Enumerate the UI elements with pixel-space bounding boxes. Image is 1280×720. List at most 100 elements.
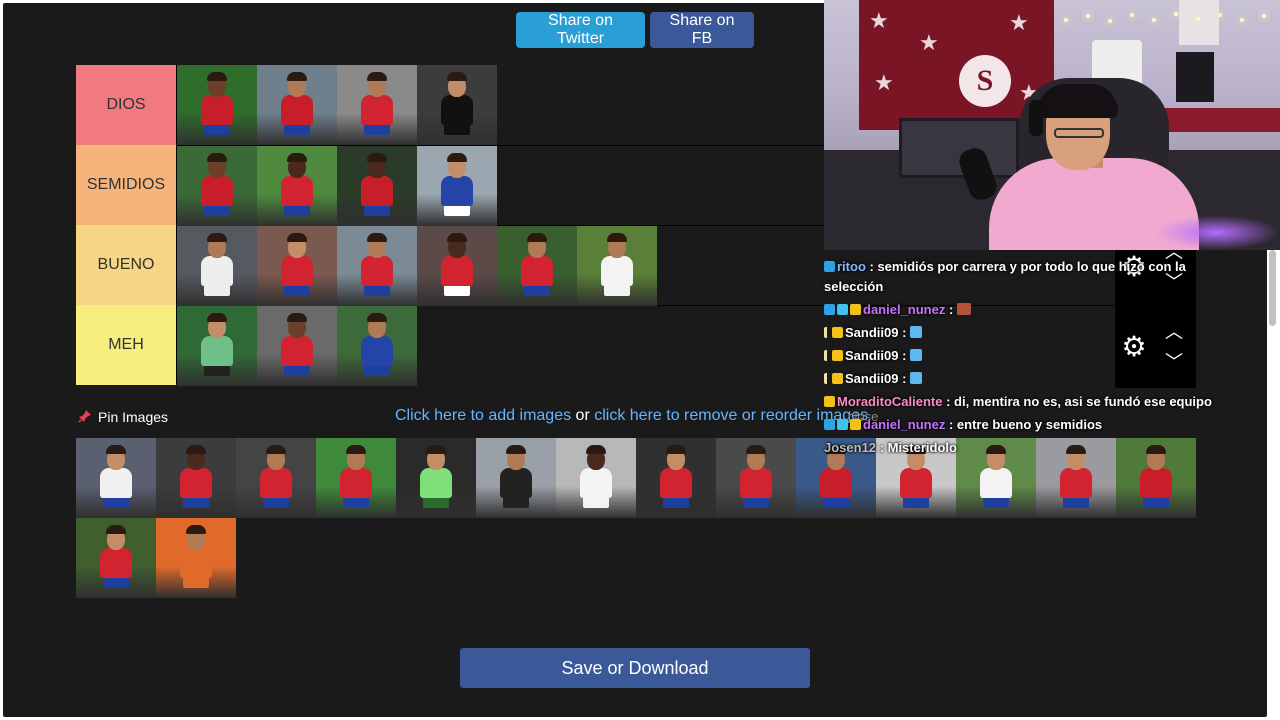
pool-player-card[interactable] (556, 438, 636, 518)
player-card[interactable] (177, 146, 257, 226)
player-card[interactable] (257, 65, 337, 145)
pool-player-card[interactable] (716, 438, 796, 518)
player-card[interactable] (417, 226, 497, 306)
chat-message: Sandii09 : (824, 325, 923, 340)
pool-player-card[interactable] (76, 438, 156, 518)
headphones (1029, 100, 1043, 136)
player-shirt (180, 548, 212, 578)
player-shirt (980, 468, 1012, 498)
chevron-up-icon[interactable]: ︿ (1163, 243, 1185, 261)
player-hair (447, 233, 467, 242)
badge-icon (850, 419, 861, 430)
monitor (899, 118, 1019, 178)
player-shirt (260, 468, 292, 498)
player-card[interactable] (177, 65, 257, 145)
chat-username[interactable]: daniel_nunez (863, 302, 945, 317)
chat-username[interactable]: ritoo (837, 259, 866, 274)
player-shirt (100, 468, 132, 498)
player-shirt (1060, 468, 1092, 498)
player-card[interactable] (417, 146, 497, 226)
player-card[interactable] (337, 146, 417, 226)
chat-message: daniel_nunez : entre bueno y semidios (824, 417, 1102, 432)
pool-player-card[interactable] (316, 438, 396, 518)
player-shirt (361, 336, 393, 366)
scrollbar-thumb[interactable] (1269, 250, 1276, 326)
chat-username[interactable]: Sandii09 (845, 348, 898, 363)
chevron-up-icon[interactable]: ︿ (1163, 323, 1185, 341)
player-card[interactable] (337, 226, 417, 306)
pool-player-card[interactable] (236, 438, 316, 518)
player-hair (367, 233, 387, 242)
player-card[interactable] (337, 65, 417, 145)
share-facebook-button[interactable]: Share on FB (650, 12, 754, 48)
chat-username[interactable]: MoraditoCaliente (837, 394, 942, 409)
add-images-link[interactable]: Click here to add images (395, 407, 571, 424)
image-links: Click here to add images or click here t… (395, 407, 868, 425)
player-shirt (281, 176, 313, 206)
pin-icon[interactable] (78, 409, 92, 423)
emote-icon (910, 326, 923, 338)
chat-separator: : (898, 348, 911, 363)
chat-username[interactable]: Sandii09 (845, 325, 898, 340)
chat-username[interactable]: Sandii09 (845, 371, 898, 386)
chat-text: Misteridolo (887, 440, 957, 455)
player-card[interactable] (257, 146, 337, 226)
player-hair (527, 233, 547, 242)
player-hair (266, 445, 286, 454)
pool-player-card[interactable] (396, 438, 476, 518)
player-shirt (1140, 468, 1172, 498)
pool-player-card[interactable] (476, 438, 556, 518)
badge-icon (824, 327, 830, 338)
player-hair (367, 313, 387, 322)
player-card[interactable] (497, 226, 577, 306)
player-card[interactable] (177, 306, 257, 386)
player-card[interactable] (337, 306, 417, 386)
chevron-down-icon[interactable]: ﹀ (1163, 353, 1185, 371)
player-shirt (601, 256, 633, 286)
chat-username[interactable]: daniel_nunez (863, 417, 945, 432)
share-twitter-button[interactable]: Share on Twitter (516, 12, 645, 48)
tier-label[interactable]: MEH (76, 305, 176, 385)
chat-username[interactable]: Josen12 (824, 440, 876, 455)
chat-message: ritoo : semidiós por carrera y por todo … (824, 259, 1186, 274)
pin-images-label: Pin Images (98, 409, 169, 425)
player-shirt (740, 468, 772, 498)
player-hair (367, 72, 387, 81)
gear-icon[interactable]: ⚙ (1119, 332, 1149, 362)
pool-player-card[interactable] (636, 438, 716, 518)
player-card[interactable] (417, 65, 497, 145)
badge-icon (824, 304, 835, 315)
chat-message: Josen12 : Misteridolo (824, 440, 957, 455)
pool-player-card[interactable] (156, 518, 236, 598)
player-card[interactable] (577, 226, 657, 306)
tier-label[interactable]: DIOS (76, 65, 176, 145)
tier-label[interactable]: BUENO (76, 225, 176, 305)
image-pool (76, 438, 1196, 598)
player-card[interactable] (177, 226, 257, 306)
chat-message: Sandii09 : (824, 371, 923, 386)
save-download-button[interactable]: Save or Download (460, 648, 810, 688)
chat-text: selección (824, 279, 884, 294)
fairy-lights (1064, 10, 1280, 24)
player-hair (106, 445, 126, 454)
chat-separator: : (865, 259, 878, 274)
chevron-down-icon[interactable]: ﹀ (1163, 273, 1185, 291)
player-card[interactable] (257, 226, 337, 306)
player-shirt (281, 336, 313, 366)
player-card[interactable] (257, 306, 337, 386)
player-shirt (361, 176, 393, 206)
player-hair (586, 445, 606, 454)
player-shirt (580, 468, 612, 498)
pool-player-card[interactable] (156, 438, 236, 518)
streamer-hair (1038, 84, 1118, 118)
emote-icon (910, 372, 923, 384)
player-hair (447, 153, 467, 162)
tier-label[interactable]: SEMIDIOS (76, 145, 176, 225)
player-shirt (521, 256, 553, 286)
player-hair (447, 72, 467, 81)
player-shirt (441, 95, 473, 125)
badge-icon (824, 261, 835, 272)
emote-icon (910, 349, 923, 361)
poster (1176, 52, 1214, 102)
pool-player-card[interactable] (76, 518, 156, 598)
